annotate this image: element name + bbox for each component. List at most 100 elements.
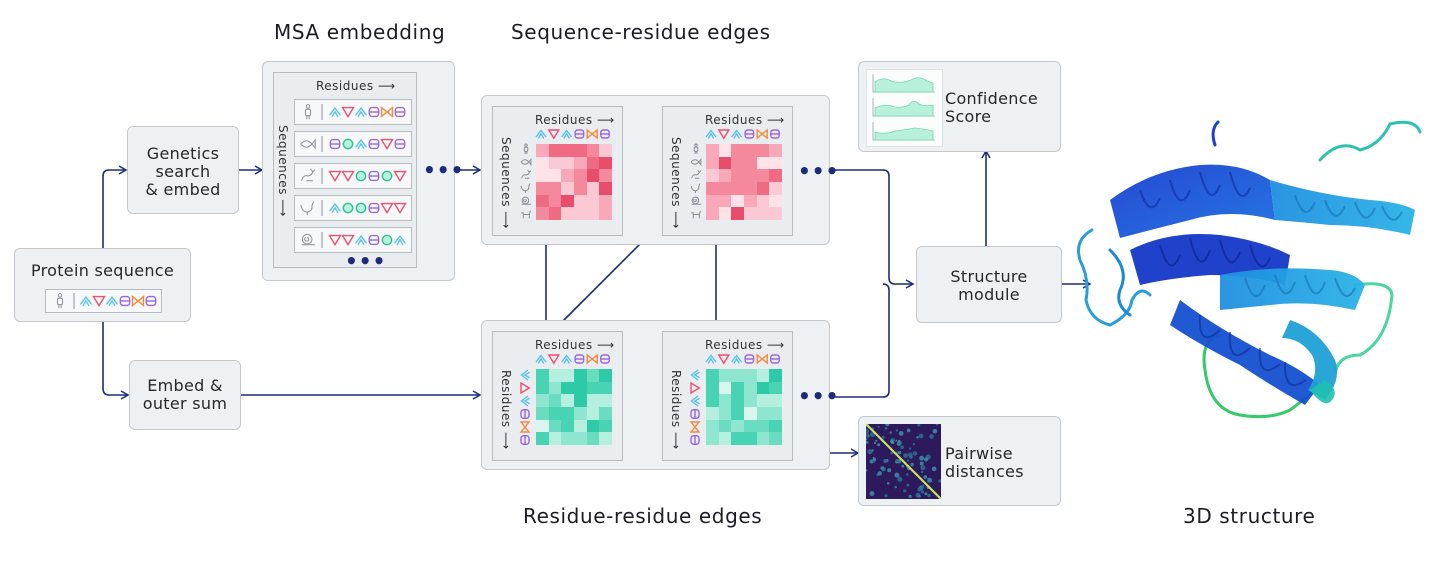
- chevron-residue-icon: [520, 369, 530, 381]
- triangle-residue-icon: [393, 170, 407, 183]
- chevron-residue-icon: [535, 354, 547, 364]
- heatmap-cell: [574, 394, 587, 407]
- res-res-block-2: Residues ⟶ Residues ⟶: [662, 331, 793, 461]
- heatmap-cell: [586, 432, 600, 445]
- heatmap-cell: [548, 144, 562, 157]
- genetics-search-node[interactable]: Genetics search & embed: [127, 126, 239, 214]
- arrow-protein-to-genetics: [102, 165, 128, 248]
- heatmap-cell: [548, 156, 562, 170]
- heatmap-cell: [599, 207, 612, 220]
- seq-res-2-residue-header: [705, 128, 780, 140]
- chevron-residue-icon: [354, 235, 368, 246]
- connector-seqres-to-structure: [830, 169, 915, 289]
- box-residue-icon: [574, 129, 585, 139]
- chevron-residue-icon: [520, 395, 530, 407]
- seq-res-block-2: Residues ⟶ Sequences ⟶: [662, 106, 793, 236]
- pairwise-label-line1: Pairwise: [945, 444, 1013, 463]
- seq-res-heatmap-2: [706, 144, 782, 220]
- heatmap-cell: [548, 381, 562, 395]
- heatmap-cell: [574, 156, 587, 170]
- heatmap-cell: [718, 394, 732, 407]
- genetics-search-label-line1: Genetics: [146, 144, 220, 163]
- heatmap-cell: [756, 169, 770, 182]
- heatmap-cell: [756, 432, 770, 445]
- structure-module-label-line2: module: [958, 285, 1020, 304]
- heatmap-cell: [536, 381, 549, 395]
- triangle-residue-icon: [328, 170, 342, 183]
- heatmap-cell: [599, 394, 612, 407]
- heatmap-cell: [536, 432, 549, 445]
- seq-res-more-ellipsis: •••: [798, 159, 840, 183]
- chevron-residue-icon: [731, 129, 743, 139]
- box-residue-icon: [600, 129, 610, 139]
- circle-residue-icon: [355, 202, 367, 214]
- heatmap-cell: [769, 369, 782, 382]
- chevron-residue-icon: [705, 354, 717, 364]
- msa-row-glyphs: [300, 200, 407, 216]
- helix-top-left: [1110, 164, 1275, 238]
- triangle-residue-icon: [328, 234, 342, 247]
- fish-icon: [690, 157, 702, 167]
- confidence-label-line2: Score: [945, 107, 992, 126]
- heatmap-cell: [718, 182, 732, 195]
- structure-module-node[interactable]: Structure module: [916, 246, 1062, 323]
- box-residue-icon: [600, 354, 610, 364]
- triangle-residue-icon: [717, 129, 731, 140]
- heatmap-cell: [586, 394, 600, 407]
- heatmap-cell: [586, 144, 600, 157]
- heatmap-cell: [548, 394, 562, 407]
- heatmap-cell: [756, 419, 770, 433]
- heatmap-cell: [769, 194, 782, 208]
- heatmap-cell: [769, 156, 782, 170]
- heatmap-cell: [718, 156, 732, 170]
- chevron-residue-icon: [731, 354, 743, 364]
- heatmap-cell: [586, 156, 600, 170]
- heatmap-cell: [756, 207, 770, 220]
- bowtie-residue-icon: [586, 353, 598, 365]
- confidence-score-node[interactable]: Confidence Score: [858, 61, 1061, 152]
- heatmap-cell: [586, 407, 600, 420]
- heatmap-cell: [731, 207, 744, 220]
- pairwise-distances-node[interactable]: Pairwise distances: [858, 416, 1061, 506]
- human-icon: [56, 293, 64, 309]
- heatmap-cell: [731, 407, 744, 420]
- triangle-residue-icon: [520, 381, 531, 395]
- heatmap-cell: [756, 182, 770, 195]
- heatmap-cell: [731, 419, 744, 433]
- heatmap-cell: [706, 394, 719, 407]
- protein-sequence-node[interactable]: Protein sequence: [14, 248, 191, 322]
- chevron-residue-icon: [561, 354, 573, 364]
- msa-row-glyphs: [304, 104, 406, 120]
- heatmap-cell: [586, 419, 600, 433]
- heatmap-cell: [731, 156, 744, 170]
- chevron-residue-icon: [393, 235, 407, 246]
- human-icon: [693, 143, 699, 154]
- sequence-residue-edges-panel: Residues ⟶ Sequences ⟶ Residues ⟶ Sequen…: [481, 95, 838, 245]
- bowtie-residue-icon: [756, 353, 768, 365]
- heatmap-cell: [599, 169, 612, 182]
- heatmap-cell: [706, 144, 719, 157]
- triangle-residue-icon: [92, 295, 106, 308]
- box-residue-icon: [119, 295, 131, 307]
- seq-res-2-residues-label: Residues ⟶: [705, 113, 785, 127]
- msa-sequence-row: [294, 99, 412, 125]
- heatmap-cell: [599, 381, 612, 395]
- embed-outer-sum-label-line2: outer sum: [142, 394, 228, 413]
- chevron-residue-icon: [354, 107, 368, 118]
- msa-embedding-panel: Residues ⟶ Sequences ⟶ ••• •••: [262, 61, 463, 281]
- snail-icon: [691, 196, 701, 205]
- heatmap-cell: [536, 394, 549, 407]
- embed-outer-sum-node[interactable]: Embed & outer sum: [129, 360, 241, 430]
- heatmap-cell: [561, 432, 574, 445]
- chevron-residue-icon: [328, 107, 342, 118]
- heatmap-cell: [561, 207, 574, 220]
- heatmap-cell: [548, 419, 562, 433]
- heatmap-cell: [536, 419, 549, 433]
- heatmap-cell: [718, 381, 732, 395]
- heatmap-cell: [756, 156, 770, 170]
- res-res-1-residue-column: [519, 369, 531, 445]
- heatmap-cell: [586, 381, 600, 395]
- triangle-residue-icon: [341, 170, 355, 183]
- heatmap-cell: [536, 194, 549, 208]
- heatmap-cell: [731, 369, 744, 382]
